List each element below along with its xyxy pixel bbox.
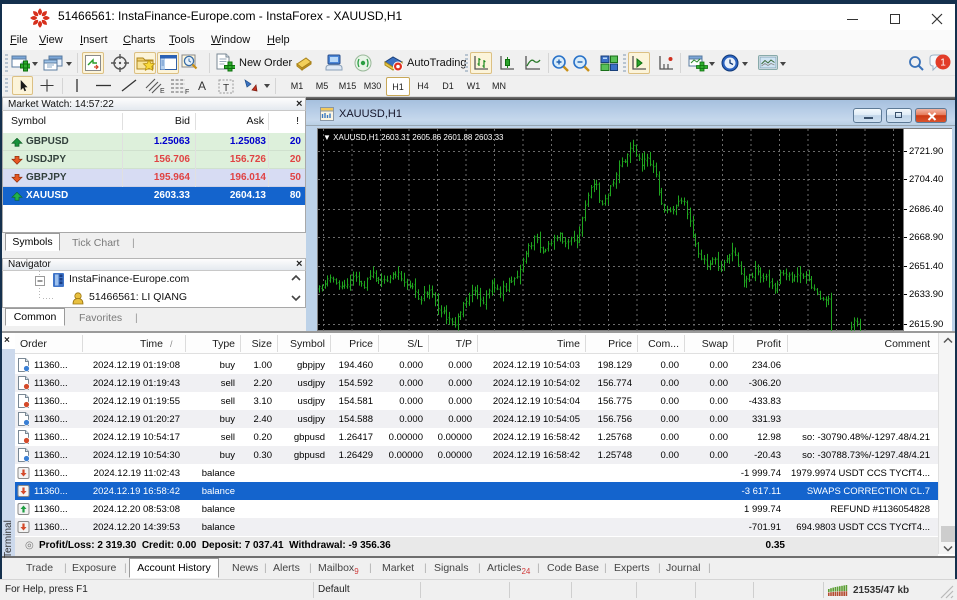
svg-text:E: E (160, 88, 165, 94)
svg-text:F: F (185, 89, 189, 94)
svg-text:1: 1 (940, 58, 946, 69)
svg-text:T: T (223, 83, 229, 94)
